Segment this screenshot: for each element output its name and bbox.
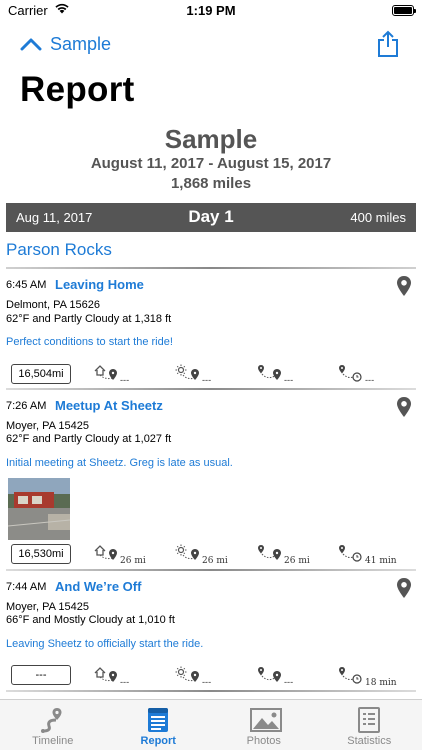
entry-title[interactable]: And We’re Off	[55, 579, 141, 594]
stat-value: ---	[284, 376, 294, 386]
tab-photos[interactable]: Photos	[211, 700, 317, 750]
home-icon	[93, 364, 117, 387]
tab-report-label: Report	[140, 735, 176, 747]
tab-bar: Timeline Report Photos Statistics	[0, 699, 422, 750]
stat-leg-duration: ---	[338, 364, 374, 387]
odometer-field[interactable]: 16,530mi	[11, 544, 71, 564]
route-clock-icon	[338, 364, 362, 387]
day-miles: 400 miles	[350, 210, 406, 225]
tab-statistics-label: Statistics	[347, 735, 392, 747]
entry-note: Perfect conditions to start the ride!	[6, 336, 173, 348]
tab-report[interactable]: Report	[106, 700, 212, 750]
stat-value: ---	[202, 376, 212, 386]
stat-value: ---	[120, 678, 130, 688]
entry-title[interactable]: Leaving Home	[55, 277, 144, 292]
entry-weather: 62°F and Partly Cloudy at 1,027 ft	[6, 433, 172, 445]
entry-weather: 62°F and Partly Cloudy at 1,318 ft	[6, 313, 172, 325]
section-title[interactable]: Parson Rocks	[6, 240, 112, 260]
odometer-field[interactable]: 16,504mi	[11, 364, 71, 384]
stat-sun-distance: ---	[175, 666, 211, 689]
status-time: 1:19 PM	[186, 3, 236, 18]
tab-statistics[interactable]: Statistics	[317, 700, 422, 750]
home-icon	[93, 666, 117, 689]
statistics-icon	[355, 706, 383, 734]
timeline-icon	[39, 706, 67, 734]
stat-value: 26 mi	[284, 556, 310, 566]
stat-leg-distance: ---	[257, 666, 293, 689]
map-pin-icon[interactable]	[396, 577, 412, 604]
report-icon	[144, 706, 172, 734]
entry-divider	[6, 690, 416, 692]
stat-value: 26 mi	[202, 556, 228, 566]
stat-value: ---	[284, 678, 294, 688]
battery-icon	[392, 5, 416, 16]
sunrise-icon	[175, 666, 199, 689]
stat-home-distance: ---	[93, 666, 129, 689]
entry-note: Initial meeting at Sheetz. Greg is late …	[6, 457, 233, 469]
sunrise-icon	[175, 544, 199, 567]
stat-value: ---	[202, 678, 212, 688]
route-clock-icon	[338, 666, 362, 689]
stat-value: 26 mi	[120, 556, 146, 566]
entry-time: 7:44 AM	[6, 581, 47, 593]
report-name: Sample	[164, 124, 258, 154]
stat-sun-distance: 26 mi	[175, 544, 228, 567]
odometer-field[interactable]: ---	[11, 665, 71, 685]
entry-weather: 66°F and Mostly Cloudy at 1,010 ft	[6, 614, 175, 626]
photos-icon	[249, 706, 282, 734]
map-pin-icon[interactable]	[396, 275, 412, 302]
home-icon	[93, 544, 117, 567]
stat-home-distance: 26 mi	[93, 544, 146, 567]
stat-home-distance: ---	[93, 364, 129, 387]
entry-title[interactable]: Meetup At Sheetz	[55, 398, 163, 413]
tab-timeline[interactable]: Timeline	[0, 700, 106, 750]
section-divider	[6, 267, 416, 269]
share-icon	[378, 30, 398, 57]
back-button-label: Sample	[50, 33, 112, 54]
share-button[interactable]	[376, 30, 400, 58]
stat-sun-distance: ---	[175, 364, 211, 387]
page-title: Report	[20, 70, 135, 109]
back-button[interactable]: Sample	[20, 32, 111, 56]
route-icon	[257, 364, 281, 387]
chevron-up-icon	[20, 38, 42, 51]
map-pin-icon[interactable]	[396, 396, 412, 423]
stat-value: 18 min	[365, 678, 397, 688]
stat-leg-distance: ---	[257, 364, 293, 387]
stat-leg-duration: 18 min	[338, 666, 397, 689]
stat-value: 41 min	[365, 556, 397, 566]
stat-value: ---	[120, 376, 130, 386]
report-dates: August 11, 2017 - August 15, 2017	[90, 155, 332, 172]
route-clock-icon	[338, 544, 362, 567]
route-icon	[257, 666, 281, 689]
tab-photos-label: Photos	[246, 735, 281, 747]
status-bar: Carrier 1:19 PM	[0, 0, 422, 22]
route-icon	[257, 544, 281, 567]
stat-leg-distance: 26 mi	[257, 544, 310, 567]
report-header: Sample August 11, 2017 - August 15, 2017…	[0, 124, 422, 194]
entry-divider	[6, 569, 416, 571]
stat-leg-duration: 41 min	[338, 544, 397, 567]
entry-note: Leaving Sheetz to officially start the r…	[6, 638, 204, 650]
day-header: Aug 11, 2017 Day 1 400 miles	[6, 203, 416, 232]
entry-address: Delmont, PA 15626	[6, 299, 100, 311]
entry-photo[interactable]	[7, 478, 71, 540]
entry-time: 6:45 AM	[6, 279, 47, 291]
sunrise-icon	[175, 364, 199, 387]
entry-divider	[6, 388, 416, 390]
entry-time: 7:26 AM	[6, 400, 47, 412]
entry-address: Moyer, PA 15425	[6, 420, 89, 432]
stat-value: ---	[365, 376, 375, 386]
entry-address: Moyer, PA 15425	[6, 601, 89, 613]
tab-timeline-label: Timeline	[32, 735, 74, 747]
report-miles: 1,868 miles	[170, 175, 252, 192]
